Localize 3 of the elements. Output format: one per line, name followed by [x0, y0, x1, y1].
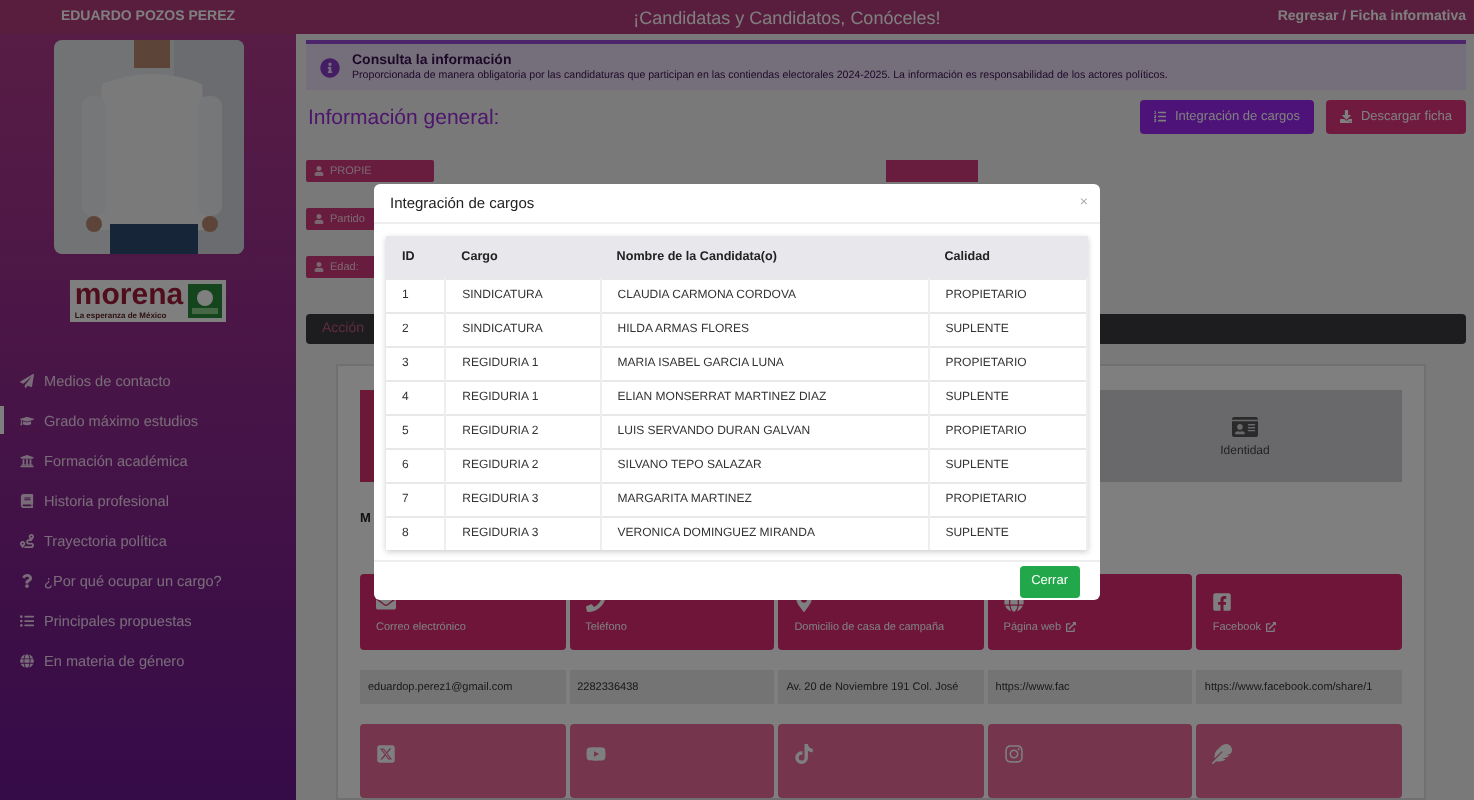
party-name: morena: [74, 282, 184, 310]
page-title: ¡Candidatas y Candidatos, Conóceles!: [631, 7, 943, 27]
section-heading: Información general:: [306, 105, 502, 130]
